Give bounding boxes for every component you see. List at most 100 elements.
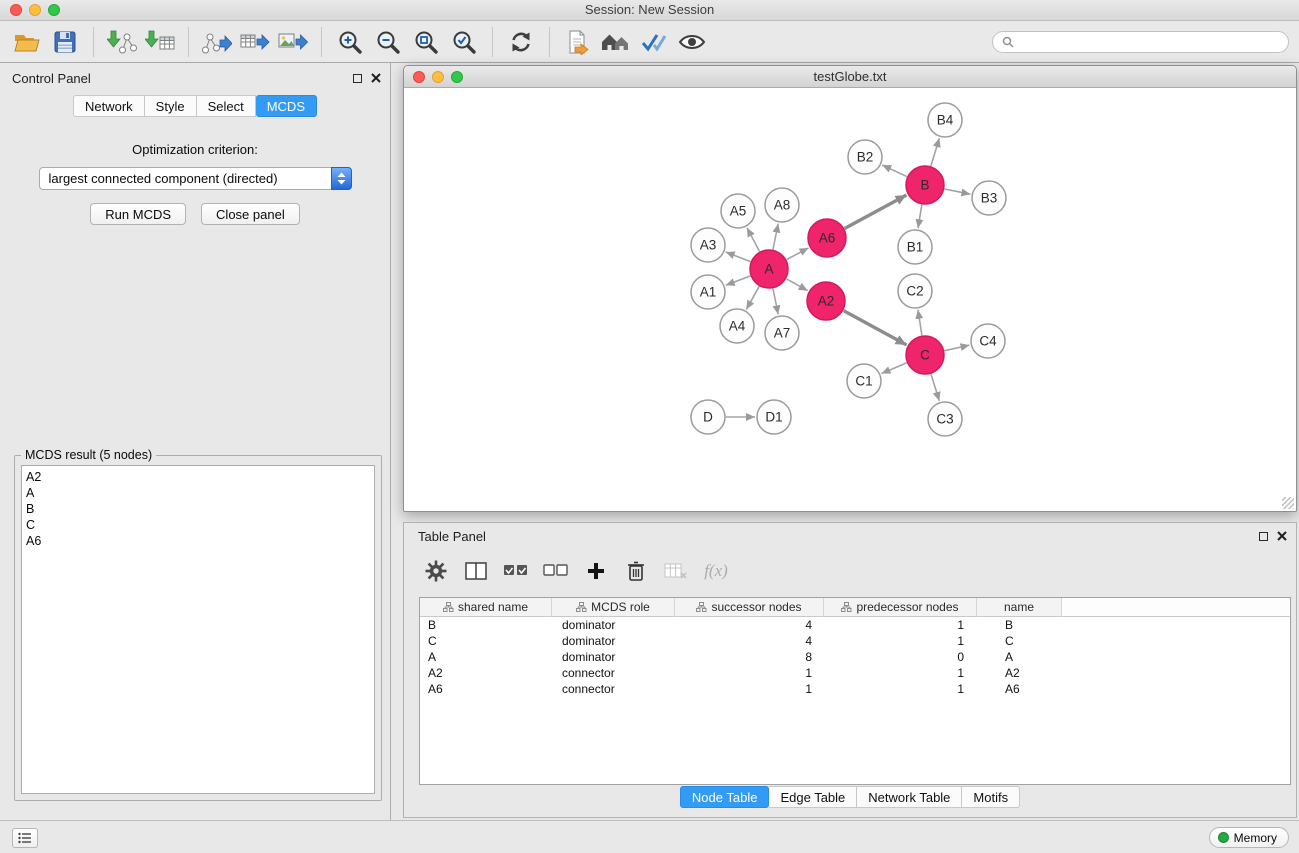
table-cell[interactable]: 1 [824,681,977,697]
zoom-selected-button[interactable] [445,24,483,60]
graph-node-A4[interactable]: A4 [720,309,754,343]
graph-node-B[interactable]: B [906,166,944,204]
graph-node-D[interactable]: D [691,400,725,434]
zoom-out-button[interactable] [369,24,407,60]
delete-table-button[interactable] [660,555,692,587]
tab-select[interactable]: Select [197,95,256,117]
table-cell[interactable]: 4 [675,617,824,633]
graph-edge-A6-B[interactable] [845,195,907,228]
delete-row-button[interactable] [620,555,652,587]
graph-node-C2[interactable]: C2 [898,274,932,308]
column-header-successor-nodes[interactable]: successor nodes [675,598,824,617]
table-row[interactable]: A6connector11A6 [420,681,1290,697]
table-row[interactable]: Bdominator41B [420,617,1290,633]
network-canvas[interactable]: B4B2BB3A5A8A6B1A3AC2A1A2A4A7C4CC1C3DD1 [404,88,1296,511]
tab-mcds[interactable]: MCDS [256,95,317,117]
table-cell[interactable]: connector [552,681,675,697]
mcds-result-item[interactable]: A2 [26,469,374,485]
graph-edge-A-A5[interactable] [747,228,760,252]
table-cell[interactable]: 1 [824,633,977,649]
graph-node-B4[interactable]: B4 [928,103,962,137]
table-cell[interactable]: 1 [675,665,824,681]
minimize-window-button[interactable] [29,4,41,16]
table-cell[interactable]: dominator [552,649,675,665]
graph-edge-C-C2[interactable] [918,310,922,335]
graph-node-A6[interactable]: A6 [808,219,846,257]
tab-edge-table[interactable]: Edge Table [769,786,857,808]
show-column-button[interactable] [460,555,492,587]
graph-edge-A-A2[interactable] [786,279,807,291]
graph-node-A7[interactable]: A7 [765,316,799,350]
table-cell[interactable]: 8 [675,649,824,665]
graph-node-B3[interactable]: B3 [972,181,1006,215]
mcds-result-item[interactable]: B [26,501,374,517]
export-image-button[interactable] [274,24,312,60]
column-header-predecessor-nodes[interactable]: predecessor nodes [824,598,977,617]
graph-node-A5[interactable]: A5 [721,194,755,228]
graph-node-C[interactable]: C [906,336,944,374]
network-zoom-button[interactable] [451,71,463,83]
table-cell[interactable]: 1 [824,617,977,633]
show-graphics-details-button[interactable] [635,24,673,60]
table-cell[interactable]: C [977,633,1062,649]
open-session-file-button[interactable] [559,24,597,60]
tab-motifs[interactable]: Motifs [962,786,1020,808]
table-cell[interactable]: A [420,649,552,665]
graph-edge-B-B2[interactable] [882,165,907,177]
float-panel-button[interactable] [353,74,362,83]
close-window-button[interactable] [10,4,22,16]
graph-node-A[interactable]: A [750,250,788,288]
table-cell[interactable]: A6 [977,681,1062,697]
table-row[interactable]: Adominator80A [420,649,1290,665]
graph-edge-C-C4[interactable] [945,345,970,351]
task-history-button[interactable] [12,828,38,848]
graph-node-C3[interactable]: C3 [928,402,962,436]
run-mcds-button[interactable]: Run MCDS [90,203,186,225]
graph-edge-A-A4[interactable] [746,286,759,309]
table-cell[interactable]: 0 [824,649,977,665]
show-hide-button[interactable] [673,24,711,60]
tab-network[interactable]: Network [73,95,145,117]
add-row-button[interactable] [580,555,612,587]
table-row[interactable]: Cdominator41C [420,633,1290,649]
save-session-button[interactable] [46,24,84,60]
table-cell[interactable]: B [420,617,552,633]
graph-node-A8[interactable]: A8 [765,188,799,222]
graph-node-A2[interactable]: A2 [807,282,845,320]
float-table-panel-button[interactable] [1259,532,1268,541]
graph-node-D1[interactable]: D1 [757,400,791,434]
import-table-button[interactable] [141,24,179,60]
graph-edge-B-B1[interactable] [918,205,922,228]
table-cell[interactable]: 1 [824,665,977,681]
table-cell[interactable]: A2 [977,665,1062,681]
table-cell[interactable]: 1 [675,681,824,697]
zoom-in-button[interactable] [331,24,369,60]
graph-edge-A-A8[interactable] [773,224,778,250]
open-session-button[interactable] [8,24,46,60]
table-cell[interactable]: C [420,633,552,649]
export-network-button[interactable] [198,24,236,60]
zoom-fit-button[interactable] [407,24,445,60]
graph-node-A1[interactable]: A1 [691,275,725,309]
graph-edge-A-A1[interactable] [726,276,751,285]
table-cell[interactable]: 4 [675,633,824,649]
search-input[interactable] [1019,35,1279,49]
graph-edge-A-A6[interactable] [787,248,809,260]
close-table-panel-button[interactable] [1277,529,1287,544]
table-cell[interactable]: connector [552,665,675,681]
table-cell[interactable]: A2 [420,665,552,681]
zoom-window-button[interactable] [48,4,60,16]
graph-edge-A-A3[interactable] [726,252,751,262]
function-builder-button[interactable]: f(x) [700,555,732,587]
network-close-button[interactable] [413,71,425,83]
network-minimize-button[interactable] [432,71,444,83]
network-window-titlebar[interactable]: testGlobe.txt [404,66,1296,88]
table-cell[interactable]: A6 [420,681,552,697]
table-cell[interactable]: A [977,649,1062,665]
graph-edge-C-C3[interactable] [931,374,939,401]
close-mcds-panel-button[interactable]: Close panel [201,203,300,225]
criterion-select[interactable]: largest connected component (directed) [39,167,352,190]
home-views-button[interactable] [597,24,635,60]
table-settings-button[interactable] [420,555,452,587]
graph-node-A3[interactable]: A3 [691,228,725,262]
